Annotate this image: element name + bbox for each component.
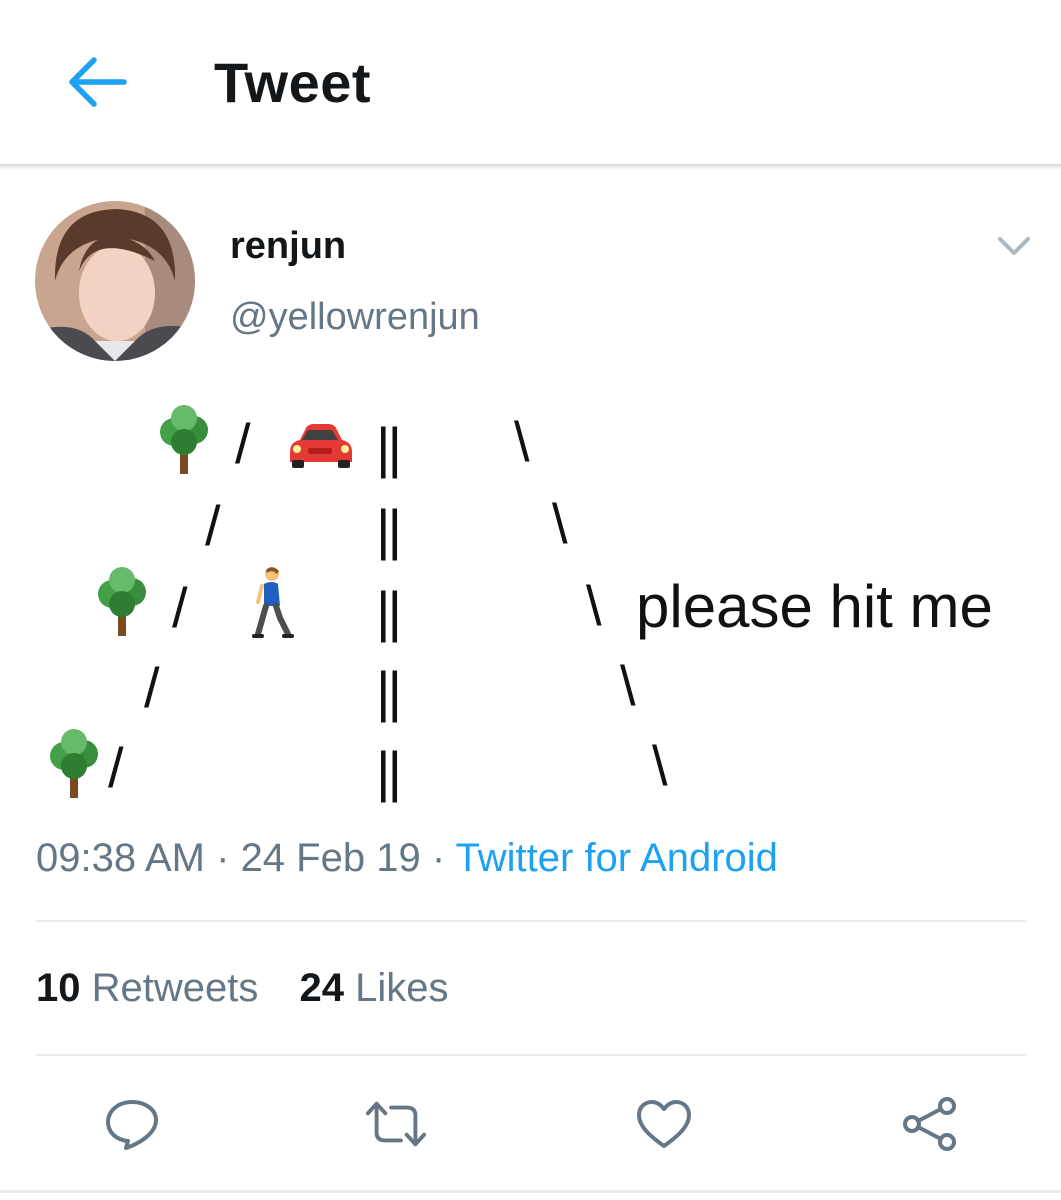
road-right-edge: \ xyxy=(514,410,530,473)
tweet-detail-screen: Tweet renjun @yellowrenjun / || \ / || \… xyxy=(0,0,1061,1200)
tweet-date: 24 Feb 19 xyxy=(240,836,421,880)
road-center-divider: || xyxy=(376,740,402,803)
likes-stat[interactable]: 24 Likes xyxy=(300,966,449,1011)
avatar[interactable] xyxy=(35,201,195,361)
retweets-label: Retweets xyxy=(91,966,259,1010)
road-right-edge: \ xyxy=(586,574,602,637)
meta-separator: · xyxy=(205,836,241,880)
road-right-edge: \ xyxy=(652,734,668,797)
likes-label: Likes xyxy=(355,966,449,1010)
retweet-icon xyxy=(365,1101,427,1147)
car-emoji xyxy=(290,424,352,468)
tweet-menu-button[interactable] xyxy=(990,226,1038,266)
share-button[interactable] xyxy=(898,1092,962,1156)
share-icon xyxy=(903,1097,956,1151)
road-right-edge: \ xyxy=(552,492,568,555)
divider xyxy=(36,920,1026,922)
road-right-edge: \ xyxy=(620,654,636,717)
road-left-edge: / xyxy=(205,494,221,557)
likes-count: 24 xyxy=(299,966,345,1010)
reply-button[interactable] xyxy=(100,1092,164,1156)
author-display-name[interactable]: renjun xyxy=(230,225,346,268)
road-left-edge: / xyxy=(108,736,124,799)
page-title: Tweet xyxy=(214,51,372,114)
avatar-photo xyxy=(35,201,195,361)
back-arrow-icon xyxy=(69,57,127,107)
tweet-source-link[interactable]: Twitter for Android xyxy=(456,836,778,880)
tweet-timestamp-line: 09:38 AM · 24 Feb 19 · Twitter for Andro… xyxy=(36,836,778,881)
tree-emoji xyxy=(160,405,208,474)
retweet-button[interactable] xyxy=(364,1092,428,1156)
like-icon xyxy=(637,1100,691,1148)
road-left-edge: / xyxy=(235,412,251,475)
road-center-divider: || xyxy=(376,416,402,479)
chevron-down-icon xyxy=(998,237,1030,255)
divider xyxy=(36,1054,1026,1056)
road-left-edge: / xyxy=(172,576,188,639)
road-center-divider: || xyxy=(376,660,402,723)
header-shadow xyxy=(0,164,1061,170)
road-left-edge: / xyxy=(144,656,160,719)
tweet-stats: 10 Retweets 24 Likes xyxy=(36,966,449,1011)
meta-separator: · xyxy=(420,836,456,880)
like-button[interactable] xyxy=(632,1092,696,1156)
tweet-text: please hit me xyxy=(636,573,993,640)
tree-emoji xyxy=(50,729,98,798)
tweet-time: 09:38 AM xyxy=(36,836,206,880)
person-walking-emoji xyxy=(252,567,294,638)
back-button[interactable] xyxy=(54,44,138,120)
reply-icon xyxy=(106,1100,158,1150)
bottom-border xyxy=(0,1190,1061,1193)
road-center-divider: || xyxy=(376,580,402,643)
tree-emoji xyxy=(98,567,146,636)
author-handle[interactable]: @yellowrenjun xyxy=(230,296,480,339)
top-app-bar: Tweet xyxy=(0,0,1061,164)
retweets-count: 10 xyxy=(36,966,81,1010)
retweets-stat[interactable]: 10 Retweets xyxy=(36,966,258,1011)
road-center-divider: || xyxy=(376,498,402,561)
